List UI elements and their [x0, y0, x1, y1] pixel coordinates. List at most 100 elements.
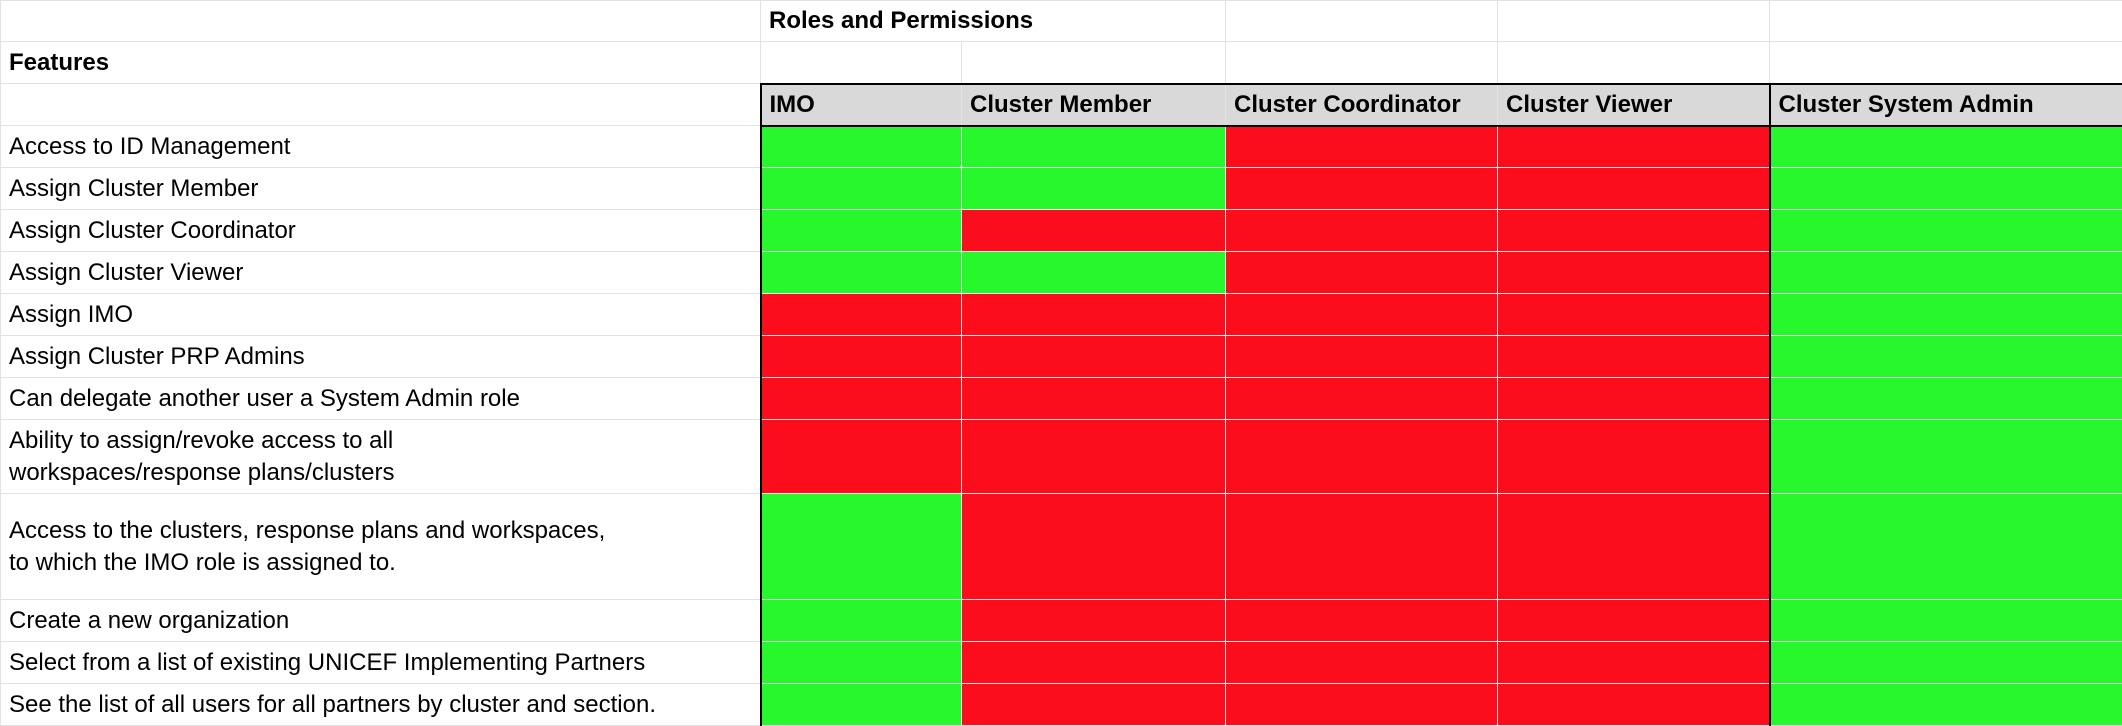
- permission-denied-cell[interactable]: [1497, 641, 1770, 684]
- permission-denied-cell[interactable]: [759, 419, 962, 494]
- permission-denied-cell[interactable]: [1225, 293, 1498, 336]
- sheet-title[interactable]: Roles and Permissions: [760, 0, 1226, 42]
- title-row: Roles and Permissions: [0, 0, 2122, 42]
- permission-denied-cell[interactable]: [961, 335, 1226, 378]
- feature-row: Assign Cluster PRP Admins: [0, 335, 2122, 378]
- permission-allowed-cell[interactable]: [1768, 683, 2122, 726]
- permission-denied-cell[interactable]: [1225, 335, 1498, 378]
- permissions-table: Roles and Permissions Features IMO Clust…: [0, 0, 2122, 726]
- cell-empty[interactable]: [1769, 41, 2122, 84]
- feature-name-cell[interactable]: Assign Cluster Member: [0, 167, 761, 210]
- cell-empty[interactable]: [1225, 41, 1498, 84]
- feature-name-cell[interactable]: Select from a list of existing UNICEF Im…: [0, 641, 761, 684]
- feature-row: Access to ID Management: [0, 125, 2122, 168]
- permission-denied-cell[interactable]: [1225, 493, 1498, 600]
- permission-denied-cell[interactable]: [1497, 125, 1770, 168]
- cell-empty[interactable]: [1497, 41, 1770, 84]
- role-header-cluster-coordinator[interactable]: Cluster Coordinator: [1225, 82, 1498, 127]
- feature-name-cell[interactable]: Ability to assign/revoke access to all w…: [0, 419, 761, 494]
- permission-allowed-cell[interactable]: [759, 167, 962, 210]
- permission-allowed-cell[interactable]: [1768, 251, 2122, 294]
- feature-name-cell[interactable]: Can delegate another user a System Admin…: [0, 377, 761, 420]
- permission-denied-cell[interactable]: [1497, 493, 1770, 600]
- permission-allowed-cell[interactable]: [1768, 167, 2122, 210]
- feature-row: Can delegate another user a System Admin…: [0, 377, 2122, 420]
- permission-allowed-cell[interactable]: [961, 125, 1226, 168]
- permission-denied-cell[interactable]: [1497, 335, 1770, 378]
- cell-empty[interactable]: [1225, 0, 1498, 42]
- permission-denied-cell[interactable]: [961, 493, 1226, 600]
- feature-name-cell[interactable]: Assign Cluster Coordinator: [0, 209, 761, 252]
- permission-allowed-cell[interactable]: [1768, 293, 2122, 336]
- permission-denied-cell[interactable]: [961, 599, 1226, 642]
- permission-denied-cell[interactable]: [1225, 599, 1498, 642]
- cell-empty[interactable]: [1769, 0, 2122, 42]
- permission-denied-cell[interactable]: [961, 293, 1226, 336]
- features-label[interactable]: Features: [0, 41, 761, 84]
- feature-name-cell[interactable]: Assign Cluster PRP Admins: [0, 335, 761, 378]
- feature-row: Ability to assign/revoke access to all w…: [0, 419, 2122, 494]
- permission-denied-cell[interactable]: [1225, 641, 1498, 684]
- permission-allowed-cell[interactable]: [961, 251, 1226, 294]
- permissions-spreadsheet: Roles and Permissions Features IMO Clust…: [0, 0, 2122, 726]
- permission-denied-cell[interactable]: [1225, 683, 1498, 726]
- permission-denied-cell[interactable]: [1497, 683, 1770, 726]
- feature-name-cell[interactable]: See the list of all users for all partne…: [0, 683, 761, 726]
- permission-denied-cell[interactable]: [961, 419, 1226, 494]
- cell-empty[interactable]: [1497, 0, 1770, 42]
- cell-empty[interactable]: [0, 0, 761, 42]
- feature-name-cell[interactable]: Access to the clusters, response plans a…: [0, 493, 761, 600]
- feature-name-cell[interactable]: Assign Cluster Viewer: [0, 251, 761, 294]
- permission-denied-cell[interactable]: [1225, 377, 1498, 420]
- role-header-cluster-member[interactable]: Cluster Member: [961, 82, 1226, 127]
- permission-denied-cell[interactable]: [1497, 599, 1770, 642]
- permission-denied-cell[interactable]: [1225, 209, 1498, 252]
- permission-allowed-cell[interactable]: [1768, 377, 2122, 420]
- role-header-cluster-viewer[interactable]: Cluster Viewer: [1497, 82, 1770, 127]
- permission-denied-cell[interactable]: [1497, 377, 1770, 420]
- permission-denied-cell[interactable]: [1497, 167, 1770, 210]
- permission-denied-cell[interactable]: [961, 377, 1226, 420]
- permission-denied-cell[interactable]: [961, 641, 1226, 684]
- permission-allowed-cell[interactable]: [1768, 419, 2122, 494]
- permission-allowed-cell[interactable]: [961, 167, 1226, 210]
- feature-name-cell[interactable]: Assign IMO: [0, 293, 761, 336]
- permission-denied-cell[interactable]: [1497, 209, 1770, 252]
- permission-allowed-cell[interactable]: [1768, 641, 2122, 684]
- permission-allowed-cell[interactable]: [759, 683, 962, 726]
- permission-allowed-cell[interactable]: [1768, 335, 2122, 378]
- permission-allowed-cell[interactable]: [1768, 209, 2122, 252]
- permission-denied-cell[interactable]: [1225, 125, 1498, 168]
- permission-denied-cell[interactable]: [1497, 419, 1770, 494]
- permission-denied-cell[interactable]: [1497, 251, 1770, 294]
- permission-allowed-cell[interactable]: [759, 493, 962, 600]
- permission-allowed-cell[interactable]: [1768, 599, 2122, 642]
- cell-empty[interactable]: [760, 41, 962, 84]
- feature-row: Assign Cluster Viewer: [0, 251, 2122, 294]
- permission-denied-cell[interactable]: [1225, 167, 1498, 210]
- permission-allowed-cell[interactable]: [1768, 493, 2122, 600]
- permission-denied-cell[interactable]: [759, 377, 962, 420]
- permission-denied-cell[interactable]: [759, 293, 962, 336]
- feature-row: Create a new organization: [0, 599, 2122, 642]
- permission-denied-cell[interactable]: [961, 209, 1226, 252]
- feature-row: Assign Cluster Coordinator: [0, 209, 2122, 252]
- permission-allowed-cell[interactable]: [1768, 125, 2122, 168]
- feature-name-cell[interactable]: Access to ID Management: [0, 125, 761, 168]
- cell-empty[interactable]: [0, 83, 761, 126]
- permission-denied-cell[interactable]: [961, 683, 1226, 726]
- permission-allowed-cell[interactable]: [759, 599, 962, 642]
- permission-allowed-cell[interactable]: [759, 251, 962, 294]
- permission-allowed-cell[interactable]: [759, 641, 962, 684]
- permission-denied-cell[interactable]: [759, 335, 962, 378]
- permission-denied-cell[interactable]: [1497, 293, 1770, 336]
- feature-name-cell[interactable]: Create a new organization: [0, 599, 761, 642]
- permission-allowed-cell[interactable]: [759, 209, 962, 252]
- permission-denied-cell[interactable]: [1225, 419, 1498, 494]
- permission-denied-cell[interactable]: [1225, 251, 1498, 294]
- permission-allowed-cell[interactable]: [759, 125, 962, 168]
- feature-row: Select from a list of existing UNICEF Im…: [0, 641, 2122, 684]
- cell-empty[interactable]: [961, 41, 1226, 84]
- role-header-cluster-system-admin[interactable]: Cluster System Admin: [1768, 82, 2122, 127]
- role-header-imo[interactable]: IMO: [759, 82, 962, 127]
